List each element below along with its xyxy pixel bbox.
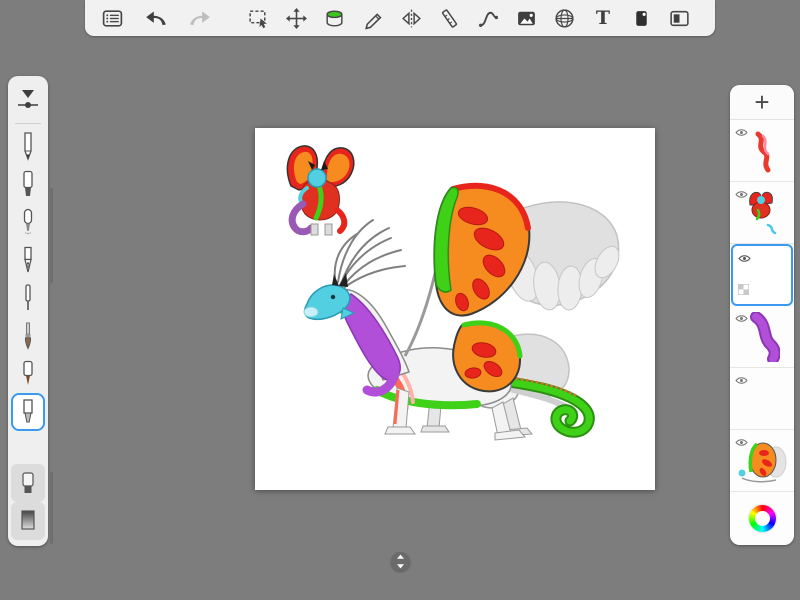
add-layer-label: + [754,87,769,118]
brush-panel-scrollbar-lower[interactable] [50,472,53,544]
brush-pencil[interactable] [11,127,45,165]
symmetry-icon[interactable] [396,5,426,31]
text-tool-icon[interactable]: T [588,5,618,31]
canvas-fit-button[interactable] [391,552,410,571]
layer-thumbnail-pink-squiggle [730,120,794,181]
paint-can-icon[interactable] [320,5,350,31]
layer-thumbnail-dragon-painting [730,430,794,491]
ruler-icon[interactable] [435,5,465,31]
layer-row-1[interactable] [730,120,794,182]
layer-row-6[interactable] [730,430,794,492]
layer-visibility-eye-icon[interactable] [735,372,748,390]
text-tool-glyph: T [596,9,610,28]
layer-row-3-selected[interactable] [731,244,793,306]
brush-panel-scrollbar[interactable] [50,188,53,283]
brush-chisel-marker[interactable] [11,165,45,203]
layer-row-2[interactable] [730,182,794,244]
layer-thumbnail-dragon-sketch [730,182,794,243]
layer-thumbnail-purple-stroke [730,306,794,367]
brush-airbrush[interactable] [11,203,45,241]
dragon-artwork [255,128,655,490]
layers-panel: + [730,85,794,545]
brush-panel [8,76,48,546]
brush-paintbrush[interactable] [11,317,45,355]
brush-chisel-tip-marker[interactable] [11,393,45,431]
sketch-app: { "app": { "background_color": "#7d7d7d"… [0,0,800,600]
layer-row-5[interactable] [730,368,794,430]
color-wheel-button[interactable] [749,505,776,532]
add-layer-button[interactable]: + [730,85,794,120]
brush-flat-smudge[interactable] [11,464,45,502]
undo-icon[interactable] [141,5,171,31]
perspective-globe-icon[interactable] [550,5,580,31]
redo-icon[interactable] [185,5,215,31]
small-dragon-sketch [287,146,353,235]
color-swatch-icon[interactable] [626,5,656,31]
image-import-icon[interactable] [511,5,541,31]
transform-move-icon[interactable] [282,5,312,31]
brush-size-puck-icon[interactable] [11,82,45,120]
drawing-canvas[interactable] [255,128,655,490]
top-toolbar: T [85,0,715,36]
brush-ink-pen[interactable] [11,241,45,279]
layer-row-4[interactable] [730,306,794,368]
brush-marker[interactable] [11,355,45,393]
window-layout-icon[interactable] [665,5,695,31]
menu-list-icon[interactable] [97,5,127,31]
history-group [97,5,215,31]
layer-visibility-eye-icon[interactable] [738,250,751,268]
transparency-checker-icon [738,282,749,300]
brush-panel-divider [15,123,41,124]
marquee-select-icon[interactable] [243,5,273,31]
brush-gradient[interactable] [11,502,45,540]
tools-group: T [235,5,703,31]
color-wheel-row [730,492,794,545]
pencil-icon[interactable] [358,5,388,31]
curve-stroke-icon[interactable] [473,5,503,31]
brush-fine-liner[interactable] [11,279,45,317]
fit-arrows-icon [395,554,406,569]
